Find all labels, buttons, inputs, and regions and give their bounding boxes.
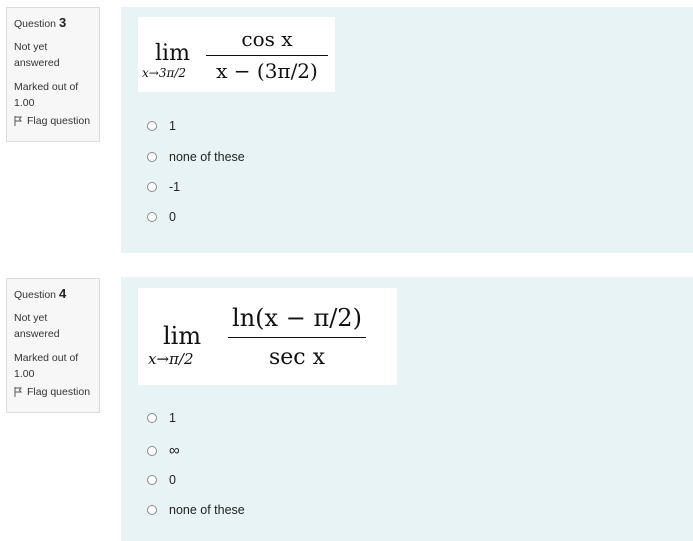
answer-label: 1 (169, 119, 176, 133)
radio-button[interactable] (147, 505, 157, 515)
flag-label: Flag question (27, 386, 91, 398)
answer-option[interactable]: 1 (147, 119, 176, 133)
flag-label: Flag question (27, 115, 91, 127)
marks-value: 1.00 (14, 368, 35, 380)
question-number: Question 3 (14, 15, 99, 30)
question-number-value: 3 (58, 15, 67, 30)
flag-icon (14, 387, 22, 397)
flag-icon (14, 116, 22, 126)
formula-lim: lim (155, 41, 190, 66)
flag-question-link[interactable]: Flag question (14, 115, 99, 127)
answer-label: 1 (169, 411, 176, 425)
answer-option[interactable]: 0 (147, 210, 176, 224)
marks-label: Marked out of (14, 352, 79, 364)
question-number: Question 4 (14, 286, 99, 301)
answer-label: none of these (169, 150, 245, 164)
answer-option[interactable]: 1 (147, 411, 176, 425)
radio-button[interactable] (147, 182, 157, 192)
answer-label: none of these (169, 503, 245, 517)
radio-button[interactable] (147, 445, 157, 456)
question-info-4: Question 4 Not yet answered Marked out o… (6, 278, 100, 413)
answer-option[interactable]: none of these (147, 150, 245, 164)
answer-label: 0 (169, 210, 176, 224)
flag-question-link[interactable]: Flag question (14, 386, 99, 398)
marks-label: Marked out of (14, 81, 79, 93)
fraction-bar (206, 55, 328, 56)
status-line-2: answered (14, 328, 60, 340)
radio-button[interactable] (147, 121, 157, 131)
answer-option[interactable]: none of these (147, 503, 245, 517)
formula-lim: lim (163, 322, 202, 350)
radio-button[interactable] (147, 475, 157, 485)
answer-option[interactable]: ∞ (147, 442, 180, 459)
formula-denominator: x − (3π/2) (216, 59, 318, 83)
radio-button[interactable] (147, 212, 157, 222)
formula-numerator: ln(x − π/2) (232, 304, 362, 332)
formula-subscript: x→π/2 (148, 350, 194, 368)
question-formula-3: lim x→3π/2 cos x x − (3π/2) (138, 17, 335, 92)
formula-subscript: x→3π/2 (142, 66, 187, 80)
answer-option[interactable]: -1 (147, 180, 180, 194)
status-line-2: answered (14, 57, 60, 69)
question-label: Question (14, 289, 57, 301)
fraction-bar (228, 337, 366, 338)
radio-button[interactable] (147, 152, 157, 162)
status-line-1: Not yet (14, 41, 48, 53)
answer-option[interactable]: 0 (147, 473, 176, 487)
answer-label: 0 (169, 473, 176, 487)
answer-label: ∞ (169, 442, 180, 459)
formula-numerator: cos x (241, 27, 293, 51)
status-line-1: Not yet (14, 312, 48, 324)
formula-denominator: sec x (268, 345, 326, 370)
question-number-value: 4 (58, 286, 67, 301)
marks-value: 1.00 (14, 97, 35, 109)
answer-label: -1 (169, 180, 181, 194)
question-info-3: Question 3 Not yet answered Marked out o… (6, 7, 100, 142)
question-label: Question (14, 18, 57, 30)
radio-button[interactable] (147, 413, 157, 423)
question-formula-4: lim x→π/2 ln(x − π/2) sec x (138, 288, 397, 385)
